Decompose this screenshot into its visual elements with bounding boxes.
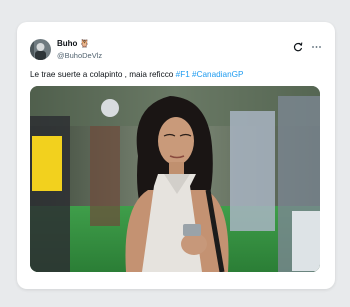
user-handle[interactable]: @BuhoDeVlz — [57, 51, 102, 60]
header-actions — [293, 39, 322, 57]
post-image[interactable] — [30, 86, 320, 272]
post-body: Le trae suerte a colapinto , maia reficc… — [30, 70, 174, 79]
more-options-icon[interactable] — [311, 39, 322, 57]
refresh-icon[interactable] — [293, 39, 303, 57]
author-row[interactable]: Buho 🦉 — [57, 39, 89, 48]
hashtag-f1[interactable]: #F1 — [176, 70, 190, 79]
hashtag-canadiangp[interactable]: #CanadianGP — [192, 70, 243, 79]
post-card[interactable]: Buho 🦉 @BuhoDeVlz Le trae suerte a colap… — [17, 22, 335, 289]
owl-icon: 🦉 — [79, 38, 90, 48]
display-name[interactable]: Buho — [57, 39, 77, 48]
post-text: Le trae suerte a colapinto , maia reficc… — [30, 70, 243, 79]
avatar[interactable] — [30, 39, 51, 60]
